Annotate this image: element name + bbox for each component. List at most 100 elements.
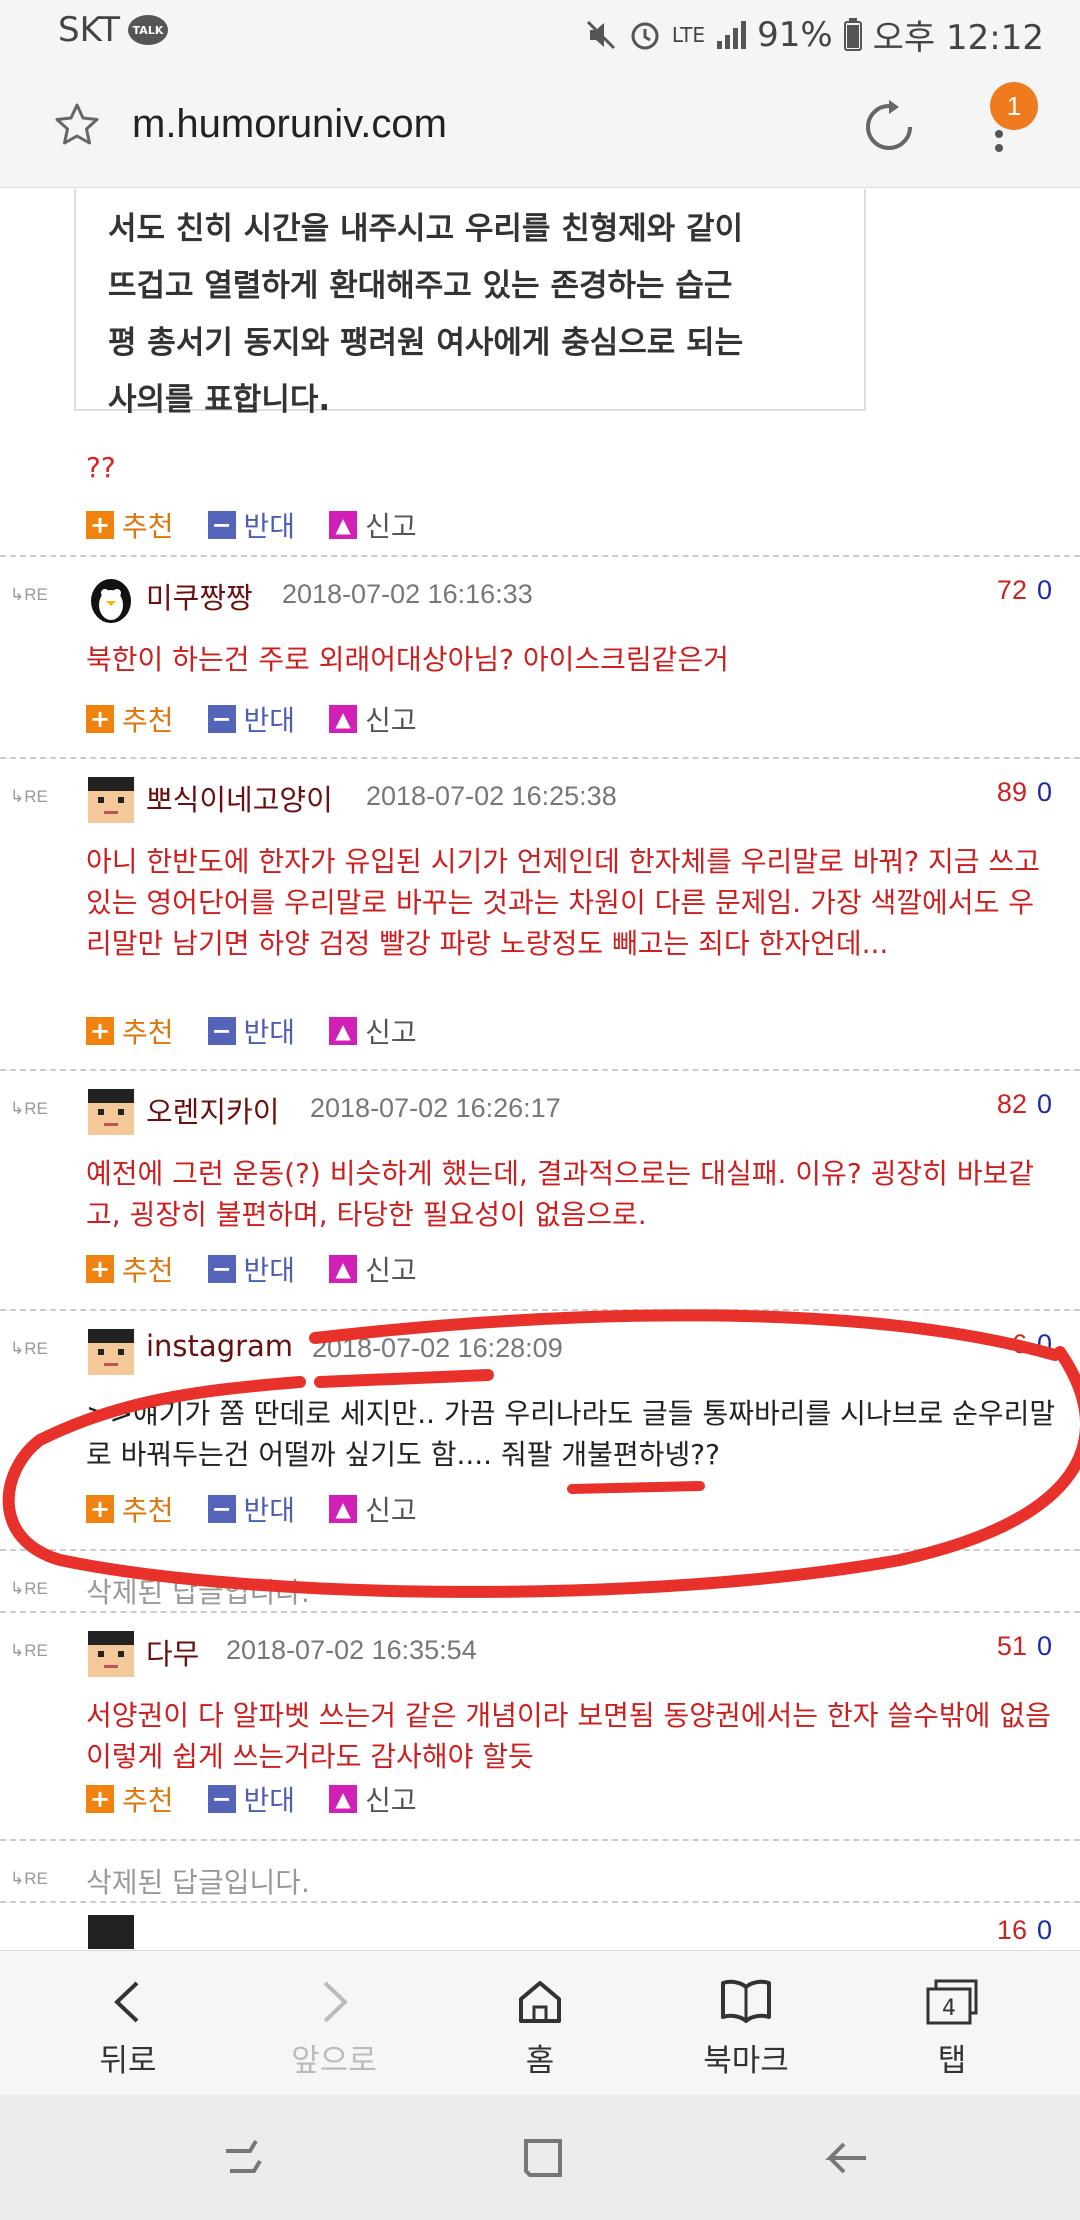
siren-icon: ▲: [329, 1495, 358, 1523]
deleted-notice: 삭제된 답글입니다.: [86, 1576, 310, 1609]
report-button[interactable]: ▲ 신고: [329, 505, 417, 545]
siren-icon: ▲: [329, 1255, 358, 1283]
alarm-icon: [631, 22, 659, 49]
tabs-icon: 4: [926, 1979, 978, 2025]
notification-badge: 1: [990, 82, 1038, 130]
comment-date: 2018-07-02 16:25:38: [366, 781, 617, 811]
deleted-notice: 삭제된 답글입니다.: [86, 1866, 310, 1899]
comment-score: 82 0: [996, 1089, 1052, 1119]
minus-icon: −: [207, 511, 236, 539]
avatar-pixel-face-icon: [88, 1631, 134, 1677]
quote-line: 서도 친히 시간을 내주시고 우리를 친형제와 같이: [108, 211, 744, 247]
oppose-button[interactable]: − 반대: [207, 1489, 295, 1529]
bookmark-button[interactable]: 북마크: [638, 1951, 854, 2096]
comment-action-row: + 추천 − 반대 ▲ 신고: [86, 1779, 451, 1819]
address-bar: m.humoruniv.com 1: [0, 64, 1080, 188]
comment-date: 2018-07-02 16:28:09: [312, 1333, 563, 1363]
url-field[interactable]: m.humoruniv.com: [132, 102, 447, 147]
tabs-button[interactable]: 4 탭: [844, 1951, 1060, 2096]
clock: 오후 12:12: [872, 18, 1044, 58]
oppose-button[interactable]: − 반대: [207, 699, 295, 739]
open-book-icon: [721, 1979, 771, 2023]
battery-percent: 91%: [757, 14, 833, 55]
comment-date: 2018-07-02 16:16:33: [282, 579, 533, 609]
comment-text: 아니 한반도에 한자가 유입된 시기가 언제인데 한자체를 우리말로 바꿔? 지…: [86, 845, 1040, 960]
report-button[interactable]: ▲ 신고: [329, 1779, 417, 1819]
report-button[interactable]: ▲ 신고: [329, 1489, 417, 1529]
comment-item: ↳RE instagram 2018-07-02 16:28:09 60 >>얘…: [0, 1309, 1080, 1549]
comment-date: 2018-07-02 16:26:17: [310, 1093, 561, 1123]
avatar-pixel-face-icon: [88, 777, 134, 823]
comment-author[interactable]: instagram: [146, 1329, 293, 1363]
lte-label: LTE: [671, 22, 706, 47]
comment-text: 북한이 하는건 주로 외래어대상아님? 아이스크림같은거: [86, 643, 729, 676]
report-button[interactable]: ▲ 신고: [329, 1011, 417, 1051]
oppose-button[interactable]: − 반대: [207, 1779, 295, 1819]
forward-button[interactable]: 앞으로: [226, 1951, 442, 2096]
minus-icon: −: [207, 1785, 236, 1813]
recommend-button[interactable]: + 추천: [86, 1779, 174, 1819]
quote-line: 평 총서기 동지와 팽려원 여사에게 충심으로 되는: [108, 325, 744, 361]
report-button[interactable]: ▲ 신고: [329, 1249, 417, 1289]
comment-score: 60: [1011, 1329, 1052, 1359]
comment-author[interactable]: 뽀식이네고양이: [146, 777, 333, 819]
report-button[interactable]: ▲ 신고: [329, 699, 417, 739]
comment-text: 서양권이 다 알파벳 쓰는거 같은 개념이라 보면됨 동양권에서는 한자 쓸수밖…: [86, 1699, 1051, 1773]
oppose-button[interactable]: − 반대: [207, 1249, 295, 1289]
comment-item: ↳RE 뽀식이네고양이 2018-07-02 16:25:38 89 0 아니 한…: [0, 757, 1080, 1069]
recommend-button[interactable]: + 추천: [86, 1249, 174, 1289]
home-button[interactable]: 홈: [432, 1951, 648, 2096]
back-button[interactable]: 뒤로: [20, 1951, 236, 2096]
plus-icon: +: [86, 1495, 114, 1523]
comment-author[interactable]: 오렌지카이: [146, 1089, 279, 1131]
recommend-button[interactable]: + 추천: [86, 1489, 174, 1529]
comment-item: ↳RE 오렌지카이 2018-07-02 16:26:17 82 0 예전에 그런…: [0, 1069, 1080, 1309]
post-comment: ??: [86, 451, 116, 484]
chevron-right-icon: [323, 1981, 348, 2023]
system-back-icon[interactable]: [824, 2135, 870, 2181]
reply-arrow-icon: ↳RE: [10, 787, 48, 806]
recommend-button[interactable]: + 추천: [86, 1011, 174, 1051]
kakaotalk-icon: TALK: [128, 15, 169, 45]
comment-item-partial: 16 0: [0, 1901, 1080, 1949]
battery-icon: [843, 17, 862, 51]
comment-action-row: + 추천 − 반대 ▲ 신고: [86, 1249, 451, 1289]
comment-item: ↳RE 다무 2018-07-02 16:35:54 51 0 서양권이 다 알파…: [0, 1611, 1080, 1839]
avatar-pixel-face-icon: [88, 1089, 134, 1135]
minus-icon: −: [207, 705, 236, 733]
minus-icon: −: [207, 1017, 236, 1045]
signal-icon: [717, 20, 747, 49]
comment-text: 예전에 그런 운동(?) 비슷하게 했는데, 결과적으로는 대실패. 이유? 굉…: [86, 1157, 1035, 1231]
reload-icon[interactable]: [862, 100, 916, 154]
avatar-penguin-icon: [91, 579, 131, 623]
tab-count: 4: [942, 1996, 956, 2021]
plus-icon: +: [86, 705, 114, 733]
deleted-comment: ↳RE 삭제된 답글입니다.: [0, 1839, 1080, 1901]
minus-icon: −: [207, 1495, 236, 1523]
oppose-button[interactable]: − 반대: [207, 505, 295, 545]
system-nav-bar: [0, 2095, 1080, 2220]
minus-icon: −: [207, 1255, 236, 1283]
reply-arrow-icon: ↳RE: [10, 1641, 48, 1660]
recommend-button[interactable]: + 추천: [86, 505, 174, 545]
comment-text: >>얘기가 쫌 딴데로 세지만.. 가끔 우리나라도 글들 통짜바리를 시나브로…: [86, 1397, 1056, 1471]
browser-bottom-bar: 뒤로 앞으로 홈 북마크 4 탭: [0, 1950, 1080, 2095]
home-square-icon[interactable]: [520, 2135, 566, 2181]
reply-arrow-icon: ↳RE: [10, 1579, 48, 1598]
screen: SKT TALK LTE 91% 오후 12:12 m.humoruniv.co…: [0, 0, 1080, 2220]
plus-icon: +: [86, 1255, 114, 1283]
mute-icon: [586, 20, 615, 49]
comment-author[interactable]: 미쿠짱짱: [146, 575, 253, 617]
home-icon: [519, 1981, 561, 2023]
deleted-comment: ↳RE 삭제된 답글입니다.: [0, 1549, 1080, 1611]
recent-apps-icon[interactable]: [222, 2135, 268, 2181]
post-action-row: + 추천 − 반대 ▲ 신고: [86, 505, 451, 545]
oppose-button[interactable]: − 반대: [207, 1011, 295, 1051]
comment-score: 51 0: [996, 1631, 1052, 1661]
comment-author[interactable]: 다무: [146, 1631, 199, 1673]
avatar-pixel-face-icon: [88, 1915, 134, 1949]
status-bar: SKT TALK LTE 91% 오후 12:12: [0, 0, 1080, 64]
recommend-button[interactable]: + 추천: [86, 699, 174, 739]
chevron-left-icon: [114, 1981, 139, 2023]
bookmark-star-icon[interactable]: [52, 100, 102, 150]
